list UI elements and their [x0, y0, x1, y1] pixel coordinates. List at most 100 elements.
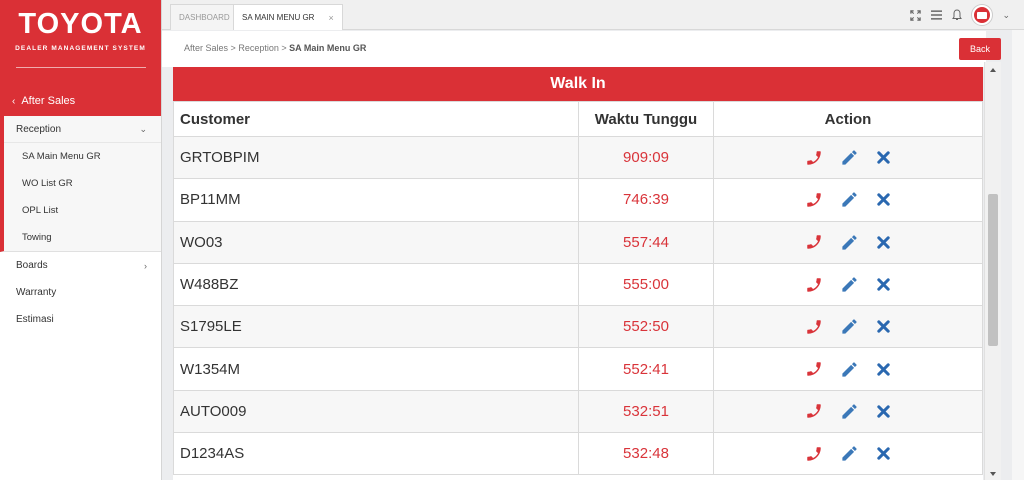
sidebar-item-opl-list[interactable]: OPL List	[4, 197, 161, 224]
walk-in-table: Customer Waktu Tunggu Action GRTOBPIM 909…	[173, 101, 983, 476]
chevron-down-icon: ⌄	[139, 123, 147, 134]
sidebar-item-label: Reception	[16, 123, 62, 135]
chevron-down-icon[interactable]: ⌄	[1002, 10, 1010, 21]
breadcrumb-current: SA Main Menu GR	[289, 43, 367, 53]
pencil-icon[interactable]	[840, 402, 859, 421]
customer-cell: S1795LE	[173, 305, 579, 349]
action-cell	[713, 220, 983, 264]
breadcrumb: After Sales > Reception > SA Main Menu G…	[184, 43, 366, 53]
sidebar-item-label: Towing	[22, 232, 52, 243]
breadcrumb-reception[interactable]: Reception	[238, 43, 279, 53]
tab-label: SA MAIN MENU GR	[242, 13, 315, 22]
sidebar-item-estimasi[interactable]: Estimasi	[0, 306, 161, 333]
close-icon[interactable]	[876, 150, 891, 165]
table-row: S1795LE 552:50	[173, 305, 983, 349]
column-header-customer: Customer	[173, 101, 579, 137]
customer-cell: D1234AS	[173, 432, 579, 476]
chevron-right-icon: ›	[144, 260, 147, 271]
scroll-thumb[interactable]	[988, 194, 998, 346]
close-icon[interactable]	[876, 404, 891, 419]
pencil-icon[interactable]	[840, 148, 859, 167]
wait-time-cell: 555:00	[578, 262, 714, 307]
customer-cell: AUTO009	[173, 389, 579, 434]
action-cell	[713, 389, 983, 434]
breadcrumb-separator: >	[230, 43, 236, 53]
wait-time-cell: 552:50	[578, 305, 714, 349]
sidebar-item-label: Boards	[16, 260, 48, 271]
toyota-logo: TOYOTA	[18, 8, 143, 40]
action-cell	[713, 135, 983, 180]
table-row: GRTOBPIM 909:09	[173, 135, 983, 180]
brand-subtitle: DEALER MANAGEMENT SYSTEM	[15, 45, 146, 52]
pencil-icon[interactable]	[840, 444, 859, 463]
tab-sa-main-menu-gr[interactable]: SA MAIN MENU GR ×	[233, 4, 343, 30]
walk-in-panel: Walk In Customer Waktu Tunggu Action GRT…	[173, 67, 983, 480]
sidebar-item-label: Warranty	[16, 287, 57, 298]
table-row: WO03 557:44	[173, 220, 983, 264]
phone-icon[interactable]	[805, 233, 823, 251]
action-cell	[713, 178, 983, 222]
main-content: After Sales > Reception > SA Main Menu G…	[162, 31, 1024, 480]
pencil-icon[interactable]	[840, 233, 859, 252]
sidebar-item-boards[interactable]: Boards ›	[0, 252, 161, 279]
sidebar-item-towing[interactable]: Towing	[4, 224, 161, 251]
pencil-icon[interactable]	[840, 360, 859, 379]
phone-icon[interactable]	[805, 402, 823, 420]
sidebar-item-label: WO List GR	[22, 178, 73, 189]
content-scrollbar[interactable]	[984, 62, 1001, 480]
close-icon[interactable]	[876, 235, 891, 250]
sidebar-item-warranty[interactable]: Warranty	[0, 279, 161, 306]
close-icon[interactable]	[876, 446, 891, 461]
header-strip: After Sales > Reception > SA Main Menu G…	[162, 31, 986, 67]
pencil-icon[interactable]	[840, 317, 859, 336]
tab-label: DASHBOARD	[179, 13, 230, 22]
tab-bar: DASHBOARD SA MAIN MENU GR × ⌄	[162, 0, 1024, 30]
scroll-down-arrow[interactable]	[990, 472, 996, 476]
close-tab-icon[interactable]: ×	[328, 13, 333, 23]
user-avatar[interactable]	[972, 5, 993, 25]
close-icon[interactable]	[876, 319, 891, 334]
action-cell	[713, 305, 983, 349]
close-icon[interactable]	[876, 362, 891, 377]
action-cell	[713, 347, 983, 391]
sidebar-section-reception: Reception ⌄ SA Main Menu GR WO List GR O…	[0, 116, 161, 252]
customer-cell: W488BZ	[173, 262, 579, 307]
phone-icon[interactable]	[805, 276, 823, 294]
phone-icon[interactable]	[805, 360, 823, 378]
table-row: W488BZ 555:00	[173, 262, 983, 307]
back-button[interactable]: Back	[959, 38, 1001, 60]
customer-cell: WO03	[173, 220, 579, 264]
breadcrumb-after-sales[interactable]: After Sales	[184, 43, 228, 53]
pencil-icon[interactable]	[840, 190, 859, 209]
sidebar-item-sa-main-menu-gr[interactable]: SA Main Menu GR	[4, 143, 161, 170]
sidebar-item-label: OPL List	[22, 205, 59, 216]
sidebar-item-label: Estimasi	[16, 314, 54, 325]
panel-title: Walk In	[173, 67, 983, 101]
sidebar-item-label: SA Main Menu GR	[22, 151, 101, 162]
page-scrollbar[interactable]	[1012, 30, 1024, 480]
sidebar-item-wo-list-gr[interactable]: WO List GR	[4, 170, 161, 197]
customer-cell: GRTOBPIM	[173, 135, 579, 180]
table-header-row: Customer Waktu Tunggu Action	[173, 101, 983, 137]
close-icon[interactable]	[876, 192, 891, 207]
phone-icon[interactable]	[805, 149, 823, 167]
sidebar-item-reception[interactable]: Reception ⌄	[4, 116, 161, 143]
menu-icon[interactable]	[931, 10, 943, 20]
close-icon[interactable]	[876, 277, 891, 292]
customer-cell: BP11MM	[173, 178, 579, 222]
phone-icon[interactable]	[805, 318, 823, 336]
customer-cell: W1354M	[173, 347, 579, 391]
pencil-icon[interactable]	[840, 275, 859, 294]
tab-dashboard[interactable]: DASHBOARD	[170, 4, 239, 30]
wait-time-cell: 532:51	[578, 389, 714, 434]
scroll-up-arrow[interactable]	[990, 68, 996, 72]
bell-icon[interactable]	[952, 9, 963, 21]
fullscreen-icon[interactable]	[910, 9, 922, 21]
wait-time-cell: 532:48	[578, 432, 714, 476]
phone-icon[interactable]	[805, 191, 823, 209]
wait-time-cell: 552:41	[578, 347, 714, 391]
phone-icon[interactable]	[805, 445, 823, 463]
sidebar-back-after-sales[interactable]: ‹ After Sales	[0, 87, 161, 115]
wait-time-cell: 746:39	[578, 178, 714, 222]
table-row: D1234AS 532:48	[173, 432, 983, 476]
